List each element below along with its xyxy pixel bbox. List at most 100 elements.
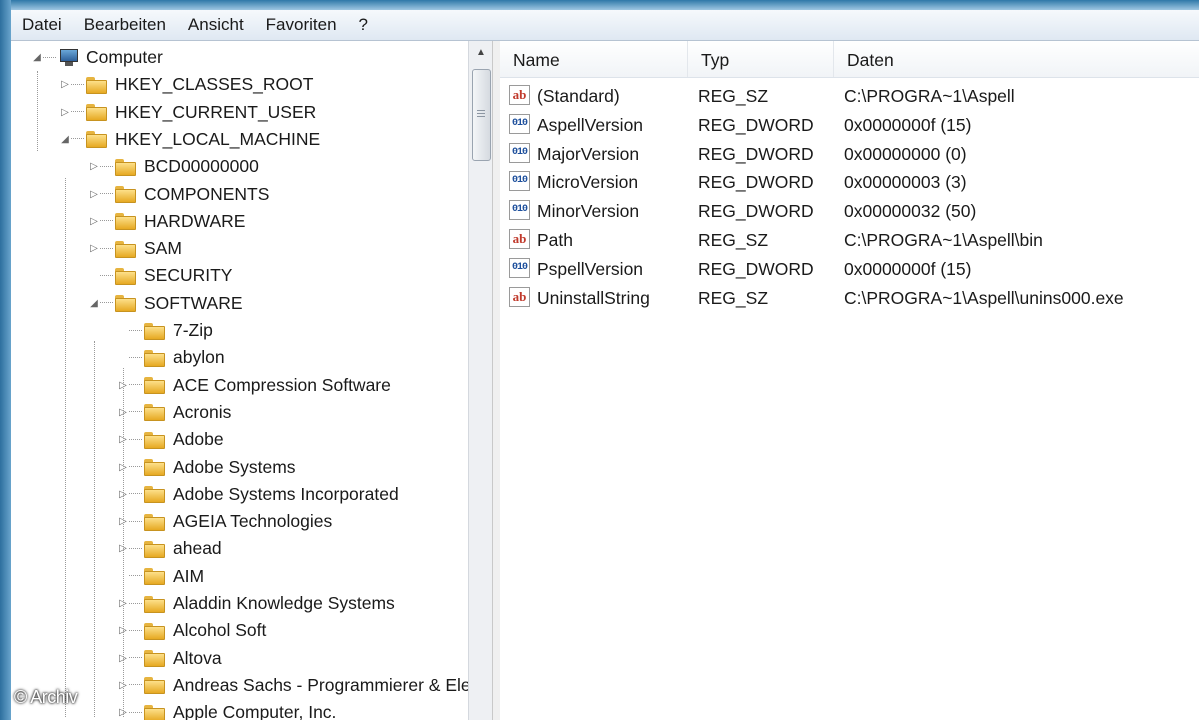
- value-row[interactable]: 010 PspellVersion REG_DWORD 0x0000000f (15): [500, 254, 1199, 283]
- tree-item-label: Alcohol Soft: [173, 620, 267, 641]
- value-row[interactable]: 010 MajorVersion REG_DWORD 0x00000000 (0): [500, 139, 1199, 168]
- menu-bearbeiten[interactable]: Bearbeiten: [73, 15, 177, 35]
- value-row[interactable]: 010 MinorVersion REG_DWORD 0x00000032 (50): [500, 196, 1199, 225]
- tree-connector: [43, 56, 56, 59]
- tree-connector: [129, 493, 142, 495]
- tree-item-software-child[interactable]: ▷ Alcohol Soft: [117, 617, 266, 644]
- value-row[interactable]: 010 AspellVersion REG_DWORD 0x0000000f (15): [500, 110, 1199, 139]
- tree-connector: [129, 657, 142, 659]
- column-header-name[interactable]: Name: [500, 41, 688, 77]
- tree-item-label: 7-Zip: [173, 320, 213, 340]
- tree-item-software-child[interactable]: ▷ Adobe Systems: [117, 454, 295, 481]
- value-name: UninstallString: [537, 287, 650, 308]
- value-row[interactable]: ab UninstallString REG_SZ C:\PROGRA~1\Aspel…: [500, 283, 1199, 312]
- dword-value-icon: 010: [509, 200, 530, 221]
- value-data: 0x0000000f (15): [844, 114, 972, 135]
- value-row[interactable]: ab (Standard) REG_SZ C:\PROGRA~1\Aspell: [500, 81, 1199, 110]
- value-type: REG_DWORD: [698, 201, 814, 222]
- folder-icon: [144, 485, 165, 504]
- expand-arrow-icon[interactable]: ▷: [59, 107, 71, 118]
- tree-connector: [129, 629, 142, 632]
- collapse-arrow-icon[interactable]: ◢: [59, 134, 71, 145]
- tree-root-computer[interactable]: ◢ Computer: [31, 44, 163, 71]
- tree-item-software-child[interactable]: ▷ Adobe: [117, 426, 223, 453]
- computer-icon: [58, 48, 80, 67]
- tree-item-software-child[interactable]: abylon: [117, 344, 225, 371]
- expand-arrow-icon[interactable]: ▷: [88, 189, 100, 200]
- tree-connector: [100, 193, 113, 195]
- tree-item-software-child[interactable]: AIM: [117, 563, 204, 590]
- tree-connector: [129, 438, 142, 441]
- menu-favoriten[interactable]: Favoriten: [255, 15, 348, 35]
- tree-connector: [129, 329, 142, 332]
- tree-item-label: SAM: [144, 238, 182, 259]
- expand-arrow-icon[interactable]: ▷: [59, 79, 71, 90]
- tree-item-hklm-child[interactable]: ▷ BCD00000000: [88, 153, 259, 180]
- folder-icon: [144, 649, 165, 668]
- tree-connector: [100, 220, 113, 222]
- folder-icon: [144, 458, 165, 476]
- tree-item-software-child[interactable]: 7-Zip: [117, 317, 213, 344]
- expand-arrow-icon[interactable]: ▷: [88, 243, 100, 254]
- tree-item-label: ACE Compression Software: [173, 374, 391, 395]
- tree-item-software-child[interactable]: ▷ Andreas Sachs - Programmierer & Ele: [117, 672, 468, 699]
- tree-connector: [129, 384, 142, 386]
- scroll-up-arrow-icon[interactable]: ▲: [469, 41, 493, 65]
- value-name: Path: [537, 230, 573, 250]
- collapse-arrow-icon[interactable]: ◢: [88, 298, 100, 309]
- column-header-type[interactable]: Typ: [688, 41, 834, 77]
- registry-tree: ◢ Computer ▷ HKEY_CLASSES_ROOT ▷ HKEY_CURRENT…: [11, 41, 468, 720]
- folder-icon: [144, 676, 165, 695]
- tree-item-software-child[interactable]: ▷ Adobe Systems Incorporated: [117, 481, 399, 508]
- scroll-thumb[interactable]: [472, 69, 491, 161]
- collapse-arrow-icon[interactable]: ◢: [31, 52, 43, 63]
- tree-item-software-child[interactable]: ▷ Apple Computer, Inc.: [117, 699, 336, 720]
- tree-item-hklm-child[interactable]: ▷ COMPONENTS: [88, 181, 269, 208]
- tree-item-software-child[interactable]: ▷ Aladdin Knowledge Systems: [117, 590, 395, 617]
- tree-item-software-child[interactable]: ▷ ahead: [117, 535, 222, 562]
- tree-scrollbar[interactable]: ▲: [468, 41, 493, 720]
- tree-item-hklm-child[interactable]: ◢ SOFTWARE: [88, 290, 242, 317]
- tree-item-software-child[interactable]: ▷ ACE Compression Software: [117, 372, 391, 399]
- tree-item-software-child[interactable]: ▷ Acronis: [117, 399, 231, 426]
- menu-ansicht[interactable]: Ansicht: [177, 15, 255, 35]
- value-data: C:\PROGRA~1\Aspell\unins000.exe: [844, 287, 1124, 308]
- tree-connector: [129, 411, 142, 413]
- value-row[interactable]: 010 MicroVersion REG_DWORD 0x00000003 (3): [500, 167, 1199, 196]
- tree-item-label: AIM: [173, 565, 205, 586]
- tree-item-hklm-child[interactable]: ▷ HARDWARE: [88, 208, 245, 235]
- value-row[interactable]: ab Path REG_SZ C:\PROGRA~1\Aspell\bin: [500, 225, 1199, 254]
- dword-value-icon: 010: [509, 171, 530, 192]
- tree-guide-line: [123, 368, 124, 717]
- string-value-icon: ab: [509, 85, 530, 105]
- tree-item-label: Adobe Systems Incorporated: [173, 483, 399, 504]
- tree-item-software-child[interactable]: ▷ Altova: [117, 645, 222, 672]
- dword-value-icon: 010: [509, 142, 530, 163]
- tree-item-hklm-child[interactable]: ▷ SAM: [88, 235, 182, 262]
- expand-arrow-icon[interactable]: ▷: [88, 216, 100, 227]
- folder-icon: [86, 76, 107, 94]
- column-header-data[interactable]: Daten: [834, 41, 1199, 77]
- tree-connector: [100, 302, 113, 304]
- value-type: REG_DWORD: [698, 172, 814, 193]
- tree-item-label: Apple Computer, Inc.: [173, 702, 337, 720]
- value-name: AspellVersion: [537, 114, 644, 135]
- menu-datei[interactable]: Datei: [11, 15, 73, 35]
- folder-icon: [144, 322, 165, 340]
- tree-item-hive[interactable]: ◢ HKEY_LOCAL_MACHINE: [59, 126, 320, 153]
- tree-item-hklm-child[interactable]: SECURITY: [88, 262, 232, 289]
- tree-connector: [71, 83, 84, 86]
- string-value-icon: ab: [509, 229, 530, 249]
- value-type: REG_DWORD: [698, 258, 814, 279]
- value-data: 0x0000000f (15): [844, 258, 972, 279]
- folder-icon: [86, 103, 107, 122]
- tree-connector: [100, 274, 113, 277]
- tree-connector: [129, 575, 142, 577]
- tree-item-software-child[interactable]: ▷ AGEIA Technologies: [117, 508, 332, 535]
- tree-item-hive[interactable]: ▷ HKEY_CURRENT_USER: [59, 99, 316, 126]
- tree-connector: [129, 356, 142, 359]
- value-name: MicroVersion: [537, 172, 639, 193]
- expand-arrow-icon[interactable]: ▷: [88, 161, 100, 172]
- tree-item-hive[interactable]: ▷ HKEY_CLASSES_ROOT: [59, 71, 313, 98]
- menu-help[interactable]: ?: [348, 15, 379, 35]
